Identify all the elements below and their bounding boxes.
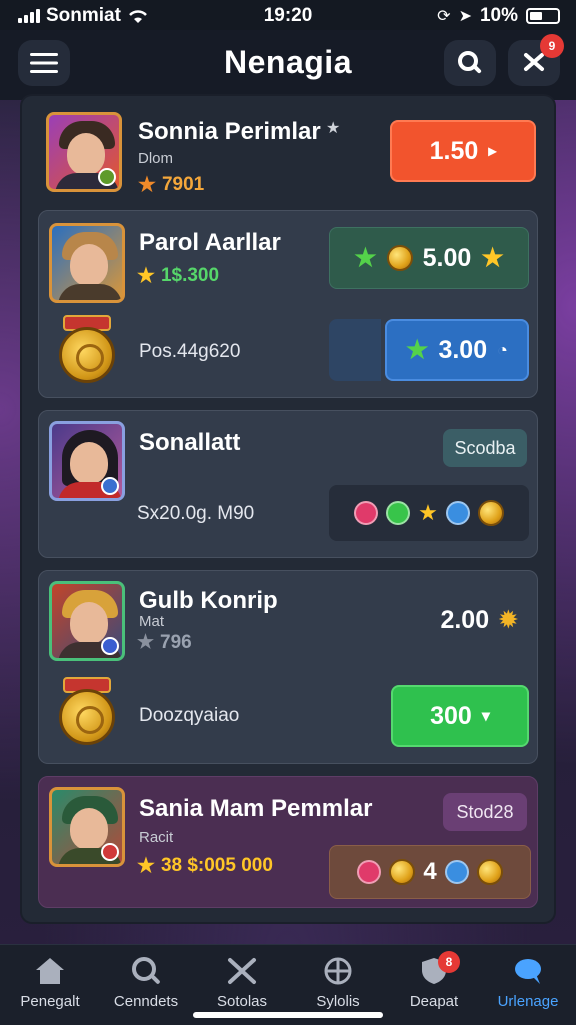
star-icon: ★ <box>354 244 377 272</box>
gold-coin-icon <box>477 500 504 526</box>
star-icon: ★ <box>138 174 156 196</box>
tab-home[interactable]: Penegalt <box>2 955 98 1010</box>
player-name: Gulb Konrip <box>139 587 278 614</box>
location-icon: ➤ <box>458 8 472 25</box>
list-item[interactable]: Sania Mam Pemmlar Racit ★ 38 $:005 000 St… <box>38 776 538 908</box>
chevron-down-icon: ▾ <box>481 708 490 725</box>
list-item[interactable]: Gulb Konrip Mat ★ 796 2.00 ✹ Doozqyaiao 30… <box>38 570 538 764</box>
reward-icons: ★ <box>329 485 529 541</box>
app-header: Nenagia 9 <box>0 30 576 100</box>
price-label: 2.00 ✹ <box>440 605 518 634</box>
gem-count: 4 <box>423 858 437 885</box>
list-item[interactable]: Parol Aarllar ★ 1$.300 ★ 5.00 ★ Pos.44g620 … <box>38 210 538 398</box>
sapphire-icon <box>445 501 470 525</box>
player-stat: ★ 38 $:005 000 <box>137 854 273 878</box>
level-badge-icon <box>98 168 116 186</box>
battery-percent: 10% <box>479 5 518 26</box>
gold-coin-icon <box>386 245 413 271</box>
gold-coin-icon <box>389 859 416 885</box>
buy-button[interactable]: 300 ▾ <box>391 685 529 747</box>
notification-badge: 9 <box>540 34 564 58</box>
player-name: Parol Aarllar <box>139 229 281 256</box>
star-icon: ★ <box>137 855 155 877</box>
player-detail: Sx20.0g. M90 <box>137 503 255 524</box>
level-badge-icon <box>101 637 119 655</box>
avatar <box>49 421 125 501</box>
search-button[interactable] <box>444 40 496 86</box>
ruby-icon <box>354 501 379 525</box>
avatar <box>49 223 125 303</box>
star-icon: ★ <box>137 265 155 287</box>
level-badge-icon <box>101 477 119 495</box>
player-role: Racit <box>139 829 174 846</box>
status-badge: Stod28 <box>443 793 527 831</box>
tab-badge: 8 <box>438 951 460 973</box>
medal-icon <box>57 677 117 745</box>
battery-icon <box>526 8 560 24</box>
gear-coin-icon: ✹ <box>499 607 518 632</box>
list-item[interactable]: Sonnia Perimlar ★ Dlom ★ 7901 1.50 ▸ <box>38 106 538 202</box>
star-icon: ★ <box>326 120 341 137</box>
status-right: ⟳ ➤ 10% <box>437 5 560 27</box>
tab-globe[interactable]: Sylolis <box>290 955 386 1010</box>
medal-icon <box>57 315 117 383</box>
player-name: Sonnia Perimlar <box>138 118 321 145</box>
player-name: Sonallatt <box>139 429 241 456</box>
list-item[interactable]: Sonallatt Scodba Sx20.0g. M90 ★ <box>38 410 538 558</box>
notifications-button[interactable]: 9 <box>508 34 564 86</box>
avatar <box>49 581 125 661</box>
chevron-right-icon: ▸ <box>488 143 497 160</box>
buy-button-secondary[interactable]: ★ 3.00 ◔ <box>385 319 529 381</box>
star-icon: ★ <box>418 500 438 525</box>
ruby-icon <box>357 860 382 884</box>
avatar <box>46 112 122 192</box>
gold-coin-icon <box>476 859 503 885</box>
tab-shield[interactable]: 8 Deapat <box>386 951 482 1010</box>
sapphire-icon <box>444 860 469 884</box>
tab-battles[interactable]: Sotolas <box>194 955 290 1010</box>
star-icon: ★ <box>481 244 504 272</box>
player-stat: ★ 796 <box>137 631 192 654</box>
star-icon: ★ <box>137 632 155 653</box>
star-icon: ★ <box>406 336 429 364</box>
home-indicator <box>193 1012 383 1018</box>
status-bar: Sonmiat 19:20 ⟳ ➤ 10% <box>0 0 576 30</box>
player-name: Sania Mam Pemmlar <box>139 795 373 822</box>
avatar <box>49 787 125 867</box>
search-icon <box>458 51 482 74</box>
player-stat: ★ 1$.300 <box>137 264 220 288</box>
player-role: Dlom <box>138 150 174 167</box>
clock-icon: ◔ <box>497 339 508 360</box>
level-badge-icon <box>101 843 119 861</box>
reward-icons: 4 <box>329 845 531 899</box>
price-track <box>329 319 381 381</box>
chat-icon <box>510 955 546 987</box>
status-badge: Scodba <box>443 429 527 467</box>
player-role: Mat <box>139 613 165 630</box>
medal-label: Doozqyaiao <box>139 705 240 726</box>
swords-icon <box>224 955 260 987</box>
rotation-lock-icon: ⟳ <box>437 8 451 25</box>
buy-button[interactable]: 1.50 ▸ <box>390 120 536 182</box>
search-icon <box>128 955 164 987</box>
globe-icon <box>320 955 356 987</box>
buy-button[interactable]: ★ 5.00 ★ <box>329 227 529 289</box>
player-stat: ★ 7901 <box>138 173 205 197</box>
home-icon <box>32 955 68 987</box>
tab-messages[interactable]: Urlenage <box>480 955 576 1010</box>
emerald-icon <box>386 501 411 525</box>
medal-label: Pos.44g620 <box>139 341 241 362</box>
tab-search[interactable]: Cenndets <box>98 955 194 1010</box>
